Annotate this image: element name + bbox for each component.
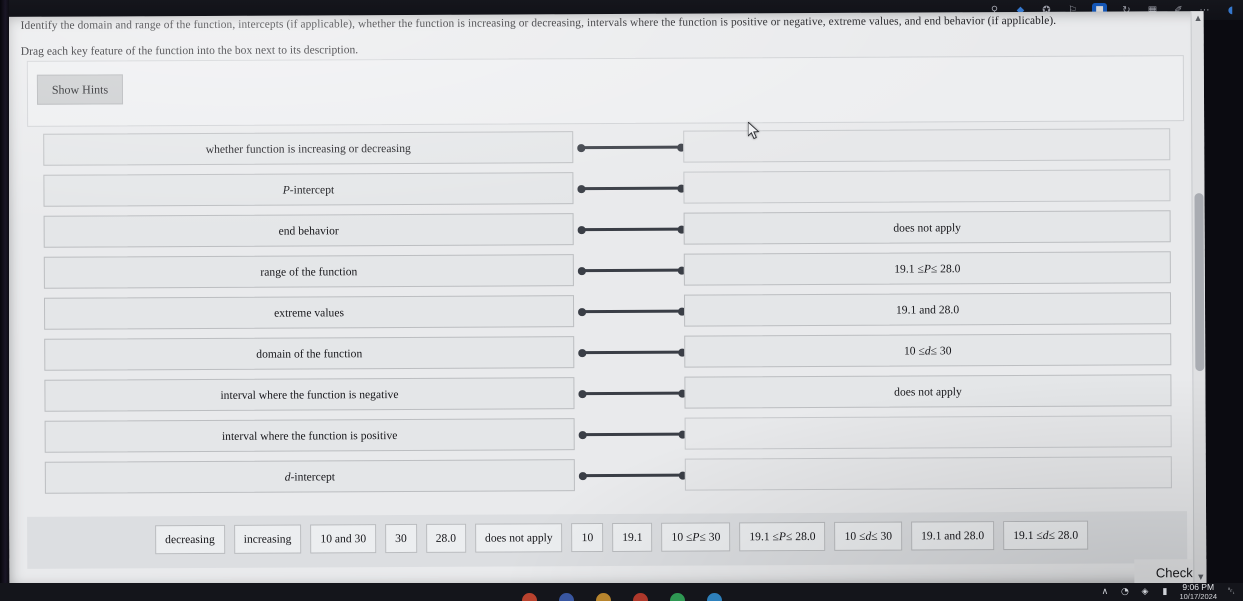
- taskbar-clock[interactable]: 9:06 PM 10/17/2024: [1179, 583, 1217, 601]
- answer-drop-box-empty[interactable]: [683, 169, 1171, 204]
- page-scrollbar[interactable]: ▲ ▼: [1190, 11, 1207, 584]
- connector-line: [581, 186, 682, 191]
- row-connector: [577, 184, 685, 193]
- connector-line: [581, 227, 682, 232]
- row-connector: [578, 348, 686, 357]
- feature-label-box: end behavior: [43, 213, 574, 248]
- match-row: whether function is increasing or decrea…: [7, 125, 1204, 172]
- notifications-bell-icon[interactable]: ␇: [1226, 587, 1237, 598]
- connector-line: [582, 473, 683, 478]
- answer-drop-box-filled[interactable]: 10 ≤ d ≤ 30: [684, 333, 1172, 368]
- answer-tile[interactable]: decreasing: [155, 524, 225, 555]
- feature-label-box: range of the function: [43, 254, 574, 289]
- volume-icon[interactable]: ◈: [1139, 587, 1150, 598]
- feature-label-box: interval where the function is positive: [44, 418, 575, 453]
- monitor-bezel: [0, 0, 9, 601]
- feature-label-box: extreme values: [43, 295, 575, 330]
- match-row: domain of the function 10 ≤ d ≤ 30: [8, 330, 1205, 377]
- match-row: range of the function 19.1 ≤ P ≤ 28.0: [8, 248, 1205, 295]
- taskbar-app-icon[interactable]: [706, 593, 722, 601]
- feature-label-box: domain of the function: [44, 336, 575, 371]
- taskbar-app-icon[interactable]: [558, 593, 574, 601]
- taskbar-app-icon[interactable]: [595, 593, 611, 601]
- battery-icon[interactable]: ▮: [1159, 587, 1170, 598]
- taskbar-app-icon[interactable]: [669, 593, 685, 601]
- answer-drop-box-filled[interactable]: does not apply: [683, 210, 1171, 245]
- profile-icon[interactable]: ◖: [1224, 4, 1237, 17]
- row-connector: [578, 430, 687, 439]
- answer-tile[interactable]: 10 and 30: [310, 524, 377, 554]
- answer-tile[interactable]: 19.1 ≤ d ≤ 28.0: [1003, 520, 1089, 551]
- answer-drop-box-empty[interactable]: [683, 128, 1171, 163]
- hints-panel: Show Hints: [26, 55, 1185, 127]
- match-row: end behavior does not apply: [8, 207, 1205, 254]
- answer-tile[interactable]: 19.1 and 28.0: [911, 521, 995, 551]
- matching-rows: whether function is increasing or decrea…: [7, 125, 1206, 500]
- answer-tile[interactable]: 28.0: [425, 523, 467, 553]
- answer-drop-box-filled[interactable]: does not apply: [684, 374, 1172, 409]
- match-row: interval where the function is positive: [9, 412, 1206, 459]
- match-row: d -intercept: [9, 453, 1206, 500]
- taskbar-app-icon[interactable]: [521, 593, 537, 601]
- answer-tile-tray: decreasing increasing 10 and 30 30 28.0 does …: [27, 511, 1188, 569]
- match-row: extreme values 19.1 and 28.0: [8, 289, 1205, 336]
- clock-time: 9:06 PM: [1182, 582, 1215, 593]
- scrollbar-thumb[interactable]: [1194, 193, 1205, 372]
- connector-line: [581, 268, 682, 273]
- answer-tile[interactable]: does not apply: [474, 523, 563, 553]
- answer-tile[interactable]: 10 ≤ d ≤ 30: [834, 521, 903, 551]
- feature-label-box: d -intercept: [44, 459, 575, 494]
- feature-label-box: interval where the function is negative: [44, 377, 575, 412]
- row-connector: [578, 471, 687, 480]
- clock-date: 10/17/2024: [1179, 592, 1217, 601]
- drag-instruction: Drag each key feature of the function in…: [20, 43, 359, 58]
- row-connector: [578, 389, 686, 398]
- match-row: P -intercept: [7, 166, 1204, 213]
- connector-line: [582, 432, 683, 437]
- match-row: interval where the function is negative d…: [8, 371, 1205, 418]
- row-connector: [577, 225, 686, 234]
- answer-tile[interactable]: 10 ≤ P ≤ 30: [661, 522, 731, 552]
- scroll-up-icon[interactable]: ▲: [1192, 11, 1205, 24]
- show-hidden-icons-chevron-icon[interactable]: ∧: [1099, 587, 1110, 598]
- connector-line: [582, 350, 683, 355]
- answer-drop-box-empty[interactable]: [684, 456, 1172, 491]
- taskbar-system-tray: ∧ ◔ ◈ ▮ 9:06 PM 10/17/2024 ␇: [1099, 583, 1237, 601]
- answer-drop-box-empty[interactable]: [684, 415, 1172, 450]
- answer-drop-box-filled[interactable]: 19.1 ≤ P ≤ 28.0: [683, 251, 1171, 286]
- row-connector: [578, 307, 686, 316]
- screen: ⚲ ◆ ✪ ⚐ ■ ↻ ▦ ✐ ⋯ ◖ Identify the domain …: [0, 0, 1243, 601]
- taskbar-app-icons: [521, 593, 722, 601]
- feature-label-box: whether function is increasing or decrea…: [43, 131, 574, 166]
- instruction-prompt: Identify the domain and range of the fun…: [20, 14, 1057, 32]
- worksheet-page: Identify the domain and range of the fun…: [6, 11, 1207, 589]
- wifi-icon[interactable]: ◔: [1119, 587, 1130, 598]
- answer-tile[interactable]: 30: [385, 523, 417, 554]
- row-connector: [577, 266, 686, 275]
- taskbar-app-icon[interactable]: [632, 593, 648, 601]
- answer-tile[interactable]: 19.1: [612, 522, 653, 552]
- connector-line: [582, 391, 683, 396]
- row-connector: [577, 143, 685, 152]
- answer-tile[interactable]: increasing: [233, 524, 302, 554]
- answer-tiles: decreasing increasing 10 and 30 30 28.0 does …: [155, 520, 1089, 555]
- show-hints-button[interactable]: Show Hints: [36, 74, 124, 105]
- answer-tile[interactable]: 19.1 ≤ P ≤ 28.0: [739, 521, 826, 552]
- windows-taskbar: ∧ ◔ ◈ ▮ 9:06 PM 10/17/2024 ␇: [0, 583, 1243, 601]
- connector-line: [581, 145, 682, 150]
- answer-tile[interactable]: 10: [571, 523, 604, 553]
- connector-line: [582, 309, 683, 314]
- answer-drop-box-filled[interactable]: 19.1 and 28.0: [683, 292, 1172, 327]
- feature-label-box: P -intercept: [43, 172, 574, 207]
